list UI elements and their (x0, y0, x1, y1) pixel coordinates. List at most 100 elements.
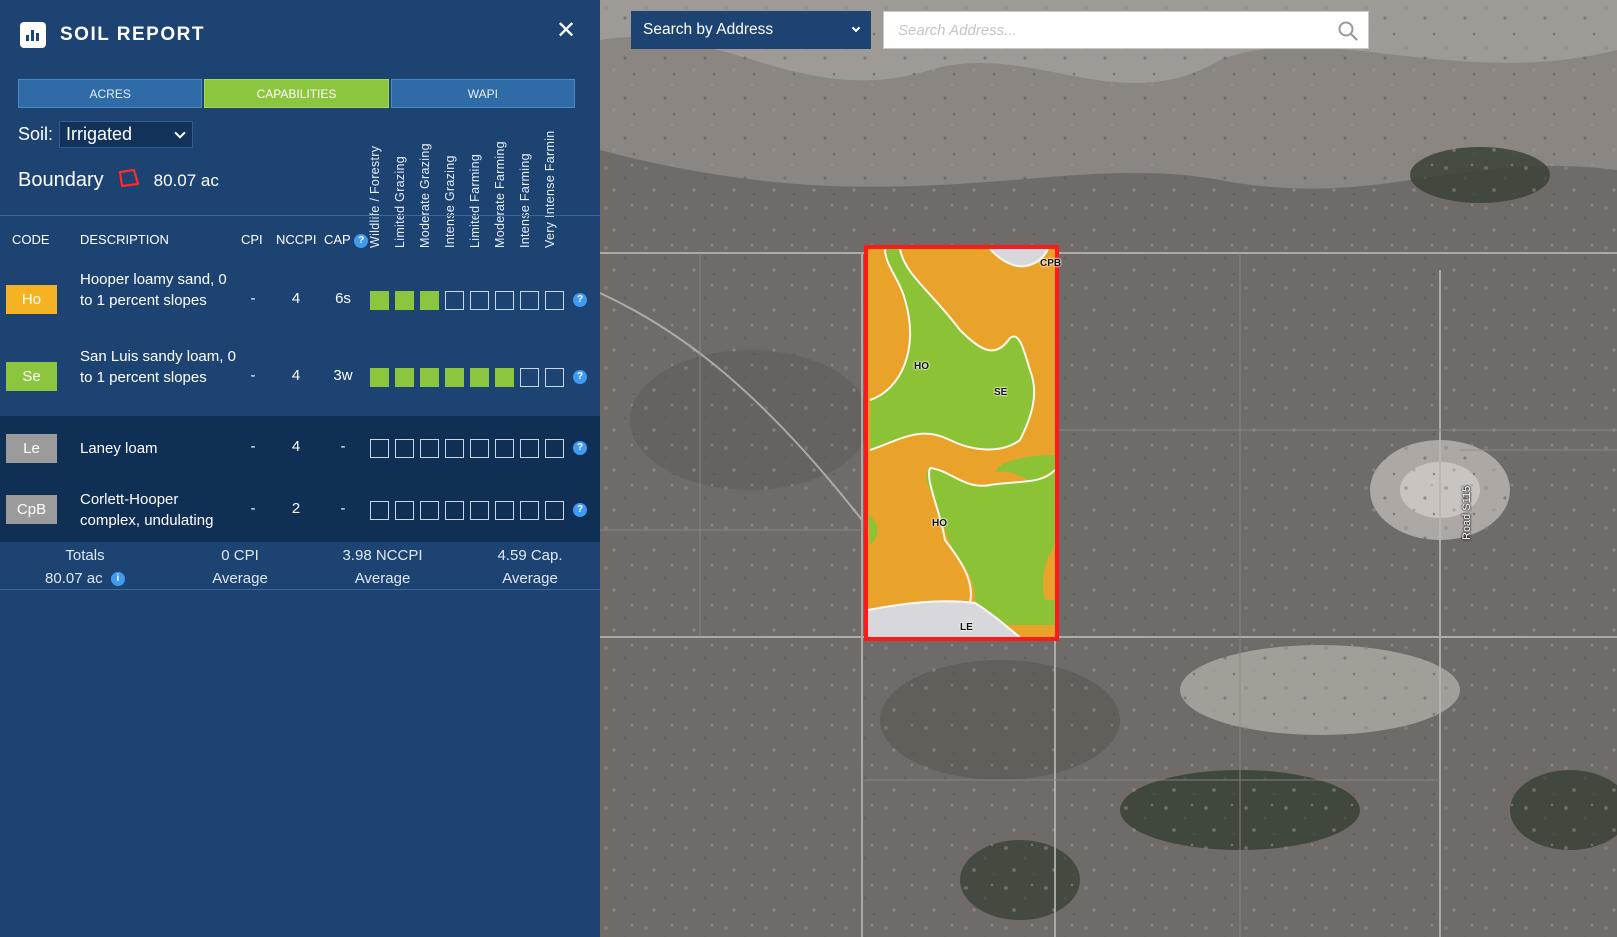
boundary-row: Boundary 80.07 ac (18, 168, 219, 193)
capability-box (445, 368, 464, 387)
cpi-value: - (250, 438, 256, 455)
bar-chart-icon (20, 22, 46, 48)
soil-report-panel: SOIL REPORT ✕ ACRES CAPABILITIES WAPI So… (0, 0, 600, 937)
capability-box (370, 501, 389, 520)
capability-box (470, 368, 489, 387)
tab-acres[interactable]: ACRES (18, 79, 203, 108)
divider (0, 215, 600, 216)
capability-box (445, 439, 464, 458)
soil-selector-row: Soil: Irrigated (18, 121, 194, 148)
cap-value: - (340, 438, 346, 455)
capability-box (545, 501, 564, 520)
nccpi-value: 2 (291, 500, 301, 517)
table-row[interactable]: Se San Luis sandy loam, 0 to 1 percent s… (0, 339, 600, 415)
panel-title: SOIL REPORT (60, 24, 205, 45)
info-icon[interactable]: i (110, 572, 125, 587)
capability-box (420, 368, 439, 387)
totals-cpi: 0 CPI Average (190, 544, 290, 590)
capability-box (445, 291, 464, 310)
soil-label: Soil: (18, 124, 54, 144)
soil-type-select[interactable]: Irrigated (59, 121, 194, 148)
capability-box (395, 291, 414, 310)
capability-box (470, 439, 489, 458)
cpi-value: - (250, 500, 256, 517)
capability-boxes (370, 501, 564, 520)
road-label: Road S115 (1461, 485, 1473, 540)
nccpi-value: 4 (291, 438, 301, 455)
report-tabs: ACRES CAPABILITIES WAPI (18, 79, 575, 108)
col-code: CODE (12, 232, 50, 247)
help-icon[interactable]: ? (573, 370, 587, 384)
cpi-value: - (250, 367, 256, 384)
col-cap-label: CAP (324, 232, 351, 247)
satellite-map[interactable] (600, 0, 1617, 937)
totals-cpi-sub: Average (212, 570, 268, 587)
cap-header: Very Intense Farmin (543, 130, 557, 248)
search-input[interactable] (884, 12, 1324, 48)
soil-description: Corlett-Hooper complex, undulating (80, 491, 214, 529)
map-canvas[interactable] (600, 0, 1617, 937)
soil-polygons (867, 248, 1056, 638)
capability-box (420, 439, 439, 458)
cap-header: Moderate Farming (493, 141, 507, 248)
capability-box (470, 501, 489, 520)
table-row[interactable]: CpB Corlett-Hooper complex, undulating -… (0, 481, 600, 542)
cap-value: - (340, 500, 346, 517)
help-icon[interactable]: ? (573, 293, 587, 307)
capability-box (545, 439, 564, 458)
capability-box (495, 501, 514, 520)
cap-value: 3w (333, 367, 353, 384)
totals-acres: Totals 80.07 ac i (30, 544, 140, 590)
totals-acres-line: 80.07 ac i (30, 567, 140, 590)
nccpi-value: 4 (291, 290, 301, 307)
help-icon[interactable]: ? (354, 233, 369, 248)
help-icon[interactable]: ? (573, 503, 587, 517)
capability-box (495, 439, 514, 458)
col-cap: CAP ? (324, 232, 369, 248)
cap-value: 6s (335, 290, 351, 307)
capability-box (370, 439, 389, 458)
cap-header: Limited Farming (468, 153, 482, 248)
cap-header: Intense Grazing (443, 155, 457, 248)
search-icon[interactable] (1338, 21, 1358, 46)
table-row[interactable]: Le Laney loam - 4 - ? (0, 416, 600, 481)
totals-cap: 4.59 Cap. Average (475, 544, 585, 590)
capability-box (420, 501, 439, 520)
totals-cpi-value: 0 CPI (221, 547, 259, 564)
soil-description: San Luis sandy loam, 0 to 1 percent slop… (80, 348, 236, 386)
capability-box (420, 291, 439, 310)
capability-boxes (370, 368, 564, 387)
totals-nccpi-sub: Average (354, 570, 411, 587)
tab-capabilities[interactable]: CAPABILITIES (204, 79, 389, 108)
chevron-down-icon (851, 23, 861, 33)
boundary-label: Boundary (18, 169, 104, 191)
totals-acres-value: 80.07 ac (45, 570, 103, 587)
table-row[interactable]: Ho Hooper loamy sand, 0 to 1 percent slo… (0, 262, 600, 338)
capability-box (395, 439, 414, 458)
capability-box (495, 291, 514, 310)
totals-cap-value: 4.59 Cap. (497, 547, 563, 564)
polygon-icon[interactable] (118, 168, 140, 193)
search-type-select[interactable]: Search by Address (631, 11, 871, 49)
totals-nccpi-value: 3.98 NCCPI (342, 547, 423, 564)
capability-box (370, 368, 389, 387)
capability-box (545, 291, 564, 310)
close-icon[interactable]: ✕ (556, 18, 576, 44)
map-label-se: SE (994, 387, 1008, 398)
col-nccpi: NCCPI (276, 232, 317, 247)
capability-box (545, 368, 564, 387)
cap-header: Moderate Grazing (418, 143, 432, 248)
totals-label: Totals (65, 547, 105, 564)
map-label-cpb: CPB (1040, 258, 1062, 269)
boundary-acres: 80.07 ac (153, 170, 219, 190)
cap-header: Intense Farming (518, 153, 532, 248)
soil-code-badge: Ho (6, 285, 57, 314)
cpi-value: - (250, 290, 256, 307)
capability-box (495, 368, 514, 387)
col-cpi: CPI (241, 232, 263, 247)
soil-code-badge: Se (6, 362, 57, 391)
map-label-ho: HO (914, 361, 929, 372)
totals-cap-sub: Average (502, 570, 558, 587)
soil-code-badge: CpB (6, 495, 57, 524)
help-icon[interactable]: ? (573, 441, 587, 455)
